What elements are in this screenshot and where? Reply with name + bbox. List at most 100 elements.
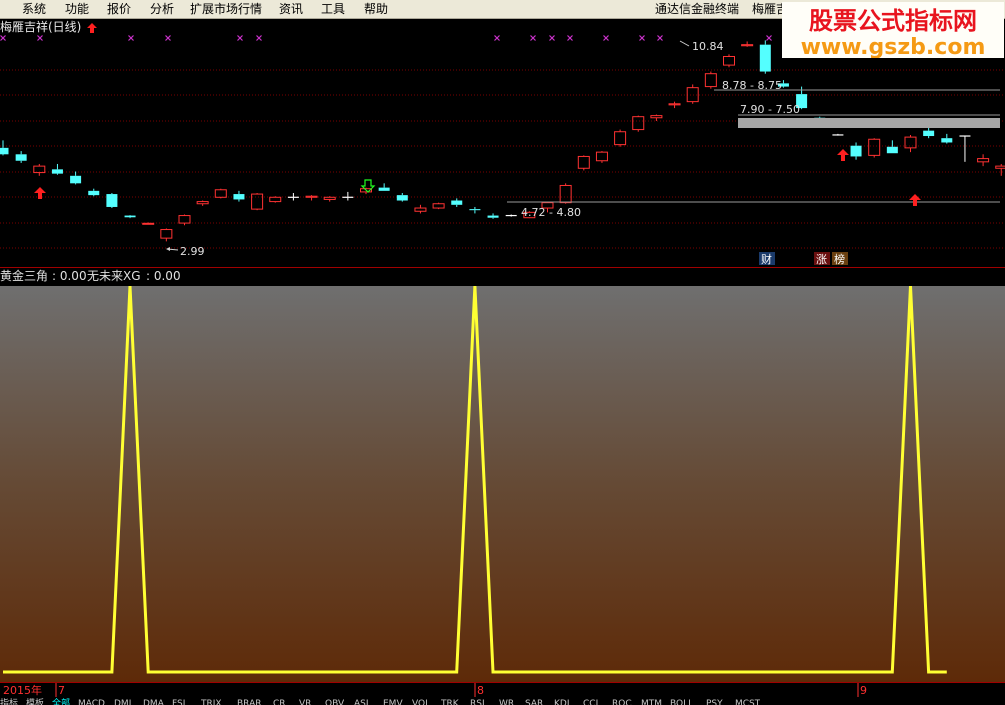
cross-marker xyxy=(639,35,645,41)
cross-marker xyxy=(0,35,6,41)
tab-dma[interactable]: DMA xyxy=(143,697,164,705)
candle xyxy=(941,133,953,144)
cross-marker xyxy=(530,35,536,41)
candle xyxy=(233,190,245,202)
year-label: 2015年 xyxy=(3,683,42,697)
tab-vol[interactable]: VOL xyxy=(412,697,430,705)
indicator-value-2: : 0.00 xyxy=(146,269,181,283)
indicator-chart[interactable] xyxy=(0,285,1005,682)
candle xyxy=(959,135,971,162)
cross-marker xyxy=(165,35,171,41)
tab-brar[interactable]: BRAR xyxy=(237,697,261,705)
tab-obv[interactable]: OBV xyxy=(325,697,344,705)
candle xyxy=(396,192,408,202)
candle xyxy=(178,214,191,226)
candle xyxy=(251,192,264,211)
tab-roc[interactable]: ROC xyxy=(612,697,632,705)
range-label-2: 7.90 - 7.50 xyxy=(740,103,800,116)
tab-mcst[interactable]: MCST xyxy=(735,697,760,705)
tab-cci[interactable]: CCI xyxy=(583,697,598,705)
menu-help[interactable]: 帮助 xyxy=(364,0,388,18)
candle xyxy=(723,54,735,68)
watermark-url: www.gszb.com xyxy=(801,35,986,58)
menu-system[interactable]: 系统 xyxy=(22,0,46,18)
up-arrow-icon xyxy=(909,194,921,206)
candles xyxy=(0,40,1005,242)
candle xyxy=(287,192,299,201)
candle xyxy=(51,163,63,175)
candle xyxy=(214,188,227,199)
candle xyxy=(886,140,898,154)
candle xyxy=(868,138,881,158)
month-label-8: 8 xyxy=(477,684,484,697)
tab-模板[interactable]: 模板 xyxy=(26,697,44,705)
cross-marker xyxy=(567,35,573,41)
candle xyxy=(686,84,699,104)
indicator-tab-bar: 指标 模板 全部 MACD DMI DMA FSL TRIX BRAR CR VR OBV ASI EMV… xyxy=(0,697,1005,705)
tab-vr[interactable]: VR xyxy=(299,697,311,705)
range-label-1: 8.78 - 8.75 xyxy=(722,79,782,92)
candle xyxy=(923,126,935,139)
high-price-annotation: 10.84 xyxy=(679,40,724,53)
low-price-label: 2.99 xyxy=(180,245,205,258)
tab-asi[interactable]: ASI xyxy=(354,697,369,705)
menu-quote[interactable]: 报价 xyxy=(107,0,131,18)
ranking-badge[interactable]: 榜 xyxy=(832,252,848,266)
tab-boll[interactable]: BOLL xyxy=(670,697,693,705)
limit-up-badge[interactable]: 涨 xyxy=(814,252,830,266)
tab-psy[interactable]: PSY xyxy=(706,697,723,705)
indicator-label-2: 无未来XG xyxy=(87,269,141,283)
down-arrow-icon xyxy=(360,179,376,193)
chart-title: 梅雁吉祥(日线) xyxy=(0,19,81,34)
tab-cr[interactable]: CR xyxy=(273,697,286,705)
finance-badge-label: 财 xyxy=(761,252,772,266)
support-range-annotation: 4.72 - 4.80 xyxy=(507,201,1000,219)
gap-range-annotation: 7.90 - 7.50 xyxy=(738,103,1000,128)
cross-markers xyxy=(0,35,772,41)
tab-全部[interactable]: 全部 xyxy=(52,697,70,705)
indicator-value-1: : 0.00 xyxy=(52,269,87,283)
menu-tools[interactable]: 工具 xyxy=(321,0,345,18)
tab-emv[interactable]: EMV xyxy=(383,697,403,705)
cross-marker xyxy=(494,35,500,41)
finance-badge[interactable]: 财 xyxy=(759,252,775,266)
up-arrow-icon xyxy=(34,187,46,199)
title-up-arrow-icon xyxy=(87,23,97,33)
tab-trk[interactable]: TRK xyxy=(441,697,459,705)
indicator-svg xyxy=(3,285,947,674)
candle xyxy=(995,163,1005,176)
candle xyxy=(432,202,445,210)
up-arrow-icon xyxy=(837,149,849,161)
month-label-9: 9 xyxy=(860,684,867,697)
menu-function[interactable]: 功能 xyxy=(65,0,89,18)
tab-wr[interactable]: WR xyxy=(499,697,514,705)
menu-extended-market[interactable]: 扩展市场行情 xyxy=(190,0,262,18)
menu-news[interactable]: 资讯 xyxy=(279,0,303,18)
candle xyxy=(70,171,82,185)
candle xyxy=(196,200,209,206)
candle xyxy=(160,228,173,242)
candle xyxy=(469,206,481,214)
tab-fsl[interactable]: FSL xyxy=(172,697,188,705)
indicator-line xyxy=(3,285,947,674)
range-label-low: 4.72 - 4.80 xyxy=(521,206,581,219)
cross-marker xyxy=(128,35,134,41)
menu-analysis[interactable]: 分析 xyxy=(150,0,174,18)
tab-rsi[interactable]: RSI xyxy=(470,697,485,705)
tab-kdj[interactable]: KDJ xyxy=(554,697,570,705)
candle xyxy=(704,71,717,89)
candle xyxy=(904,134,917,153)
candle xyxy=(323,196,336,202)
price-grid xyxy=(0,69,1005,249)
tab-dmi[interactable]: DMI xyxy=(114,697,131,705)
candle xyxy=(577,155,590,171)
tab-trix[interactable]: TRIX xyxy=(201,697,222,705)
tab-指标[interactable]: 指标 xyxy=(0,697,18,705)
candle xyxy=(559,183,572,204)
candle xyxy=(741,41,754,47)
tab-macd[interactable]: MACD xyxy=(78,697,105,705)
tab-mtm[interactable]: MTM xyxy=(641,697,662,705)
tab-sar[interactable]: SAR xyxy=(525,697,543,705)
time-axis: 2015年 7 8 9 xyxy=(0,682,1005,698)
candle xyxy=(106,192,118,209)
